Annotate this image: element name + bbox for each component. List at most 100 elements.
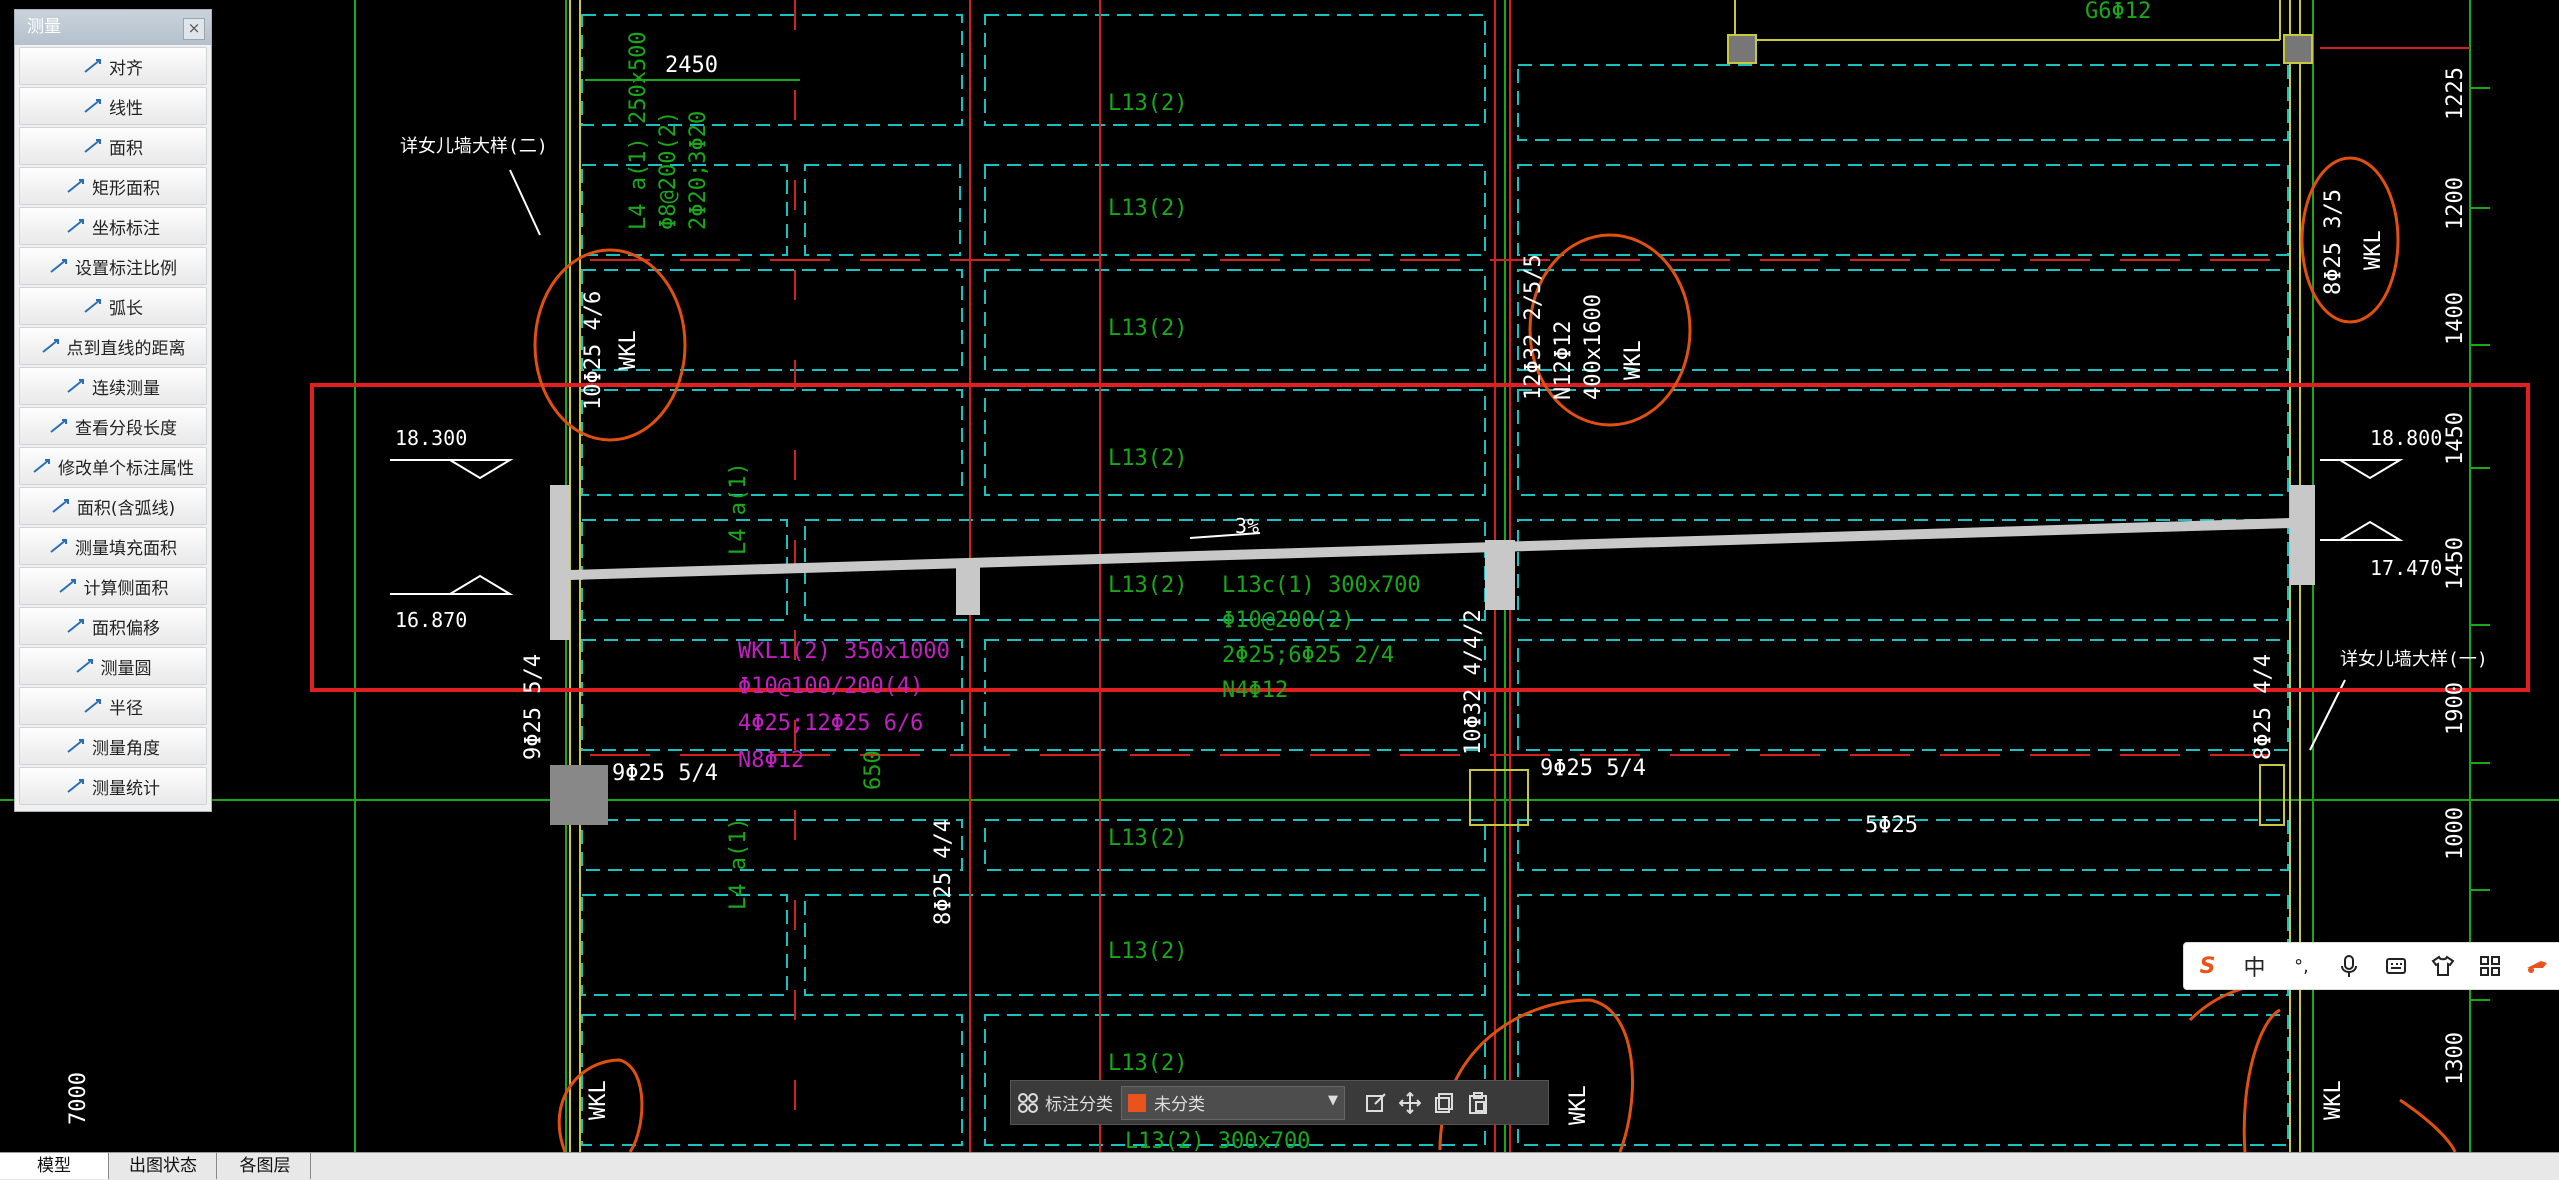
measure-tool-list: 对齐线性面积矩形面积坐标标注 设置标注比例弧长点到直线的距离 连续测量 查看分段长度修…	[15, 47, 211, 805]
arc-icon	[83, 297, 103, 315]
elev-right-top: 18.800	[2370, 426, 2442, 450]
measure-tool-button[interactable]: 线性	[19, 87, 207, 125]
measure-tool-button[interactable]: 对齐	[19, 47, 207, 85]
measure-tool-button[interactable]: 坐标标注	[19, 207, 207, 245]
tab-layers[interactable]: 各图层	[220, 1153, 311, 1179]
angle-icon	[66, 737, 86, 755]
keyboard-icon[interactable]	[2372, 946, 2419, 986]
tab-paper-layout[interactable]: 出图状态	[110, 1153, 217, 1179]
measure-tool-button[interactable]: 测量圆	[19, 647, 207, 685]
point-line-icon	[41, 337, 61, 355]
measure-tool-button[interactable]: 面积	[19, 127, 207, 165]
wkl-left-rebar: 10Φ25 4/6	[581, 291, 606, 410]
lower-rebar-label: 8Φ25 4/4	[931, 819, 956, 925]
circle-icon	[75, 657, 95, 675]
measure-tool-button[interactable]: 测量填充面积	[19, 527, 207, 565]
right-dim: 1200	[2443, 177, 2468, 230]
measure-tool-button[interactable]: 计算侧面积	[19, 567, 207, 605]
paste-icon[interactable]	[1461, 1086, 1495, 1120]
dim-650: 650	[861, 750, 886, 790]
ime-toolbar: S 中 °,	[2183, 942, 2559, 990]
continuous-icon	[66, 377, 86, 395]
beam-l4a-line3: 2Φ20;3Φ20	[686, 111, 711, 230]
punctuation-toggle[interactable]: °,	[2278, 946, 2325, 986]
l13c-line2: Φ10@200(2)	[1222, 608, 1354, 633]
measure-tool-button[interactable]: 面积偏移	[19, 607, 207, 645]
radius-icon	[83, 697, 103, 715]
edit-icon[interactable]	[1359, 1086, 1393, 1120]
left-dim: 7000	[66, 1072, 91, 1125]
rect-area-icon	[66, 177, 86, 195]
chevron-down-icon: ▼	[1328, 1092, 1338, 1108]
wkl-center-word: WKL	[1621, 340, 1646, 380]
tab-model[interactable]: 模型	[0, 1153, 109, 1179]
layout-tabs: 模型 出图状态 各图层	[0, 1152, 2559, 1180]
measure-tool-label: 半径	[109, 698, 143, 719]
measure-tool-label: 修改单个标注属性	[58, 458, 194, 479]
right-dim: 1300	[2443, 1032, 2468, 1085]
wkl1-line2: Φ10@100/200(4)	[738, 674, 923, 699]
measure-tool-button[interactable]: 弧长	[19, 287, 207, 325]
category-select[interactable]: 未分类 ▼	[1121, 1085, 1345, 1120]
side-area-icon	[58, 577, 78, 595]
wkl-bottom-left: WKL	[586, 1080, 611, 1120]
measure-tool-button[interactable]: 半径	[19, 687, 207, 725]
beam-l4a-short: L4 a(1)	[726, 462, 751, 555]
elev-left-top: 18.300	[395, 426, 467, 450]
measure-tool-button[interactable]: 测量角度	[19, 727, 207, 765]
measure-tool-button[interactable]: 查看分段长度	[19, 407, 207, 445]
measure-tool-label: 弧长	[109, 298, 143, 319]
skin-shirt-icon[interactable]	[2419, 946, 2466, 986]
wkl-center-line1: 12Φ32 2/5/5	[1521, 254, 1546, 400]
toolbox-grid-icon[interactable]	[2466, 946, 2513, 986]
cad-drawing-canvas[interactable]: 2450 详女儿墙大样(二) 详女儿墙大样(一) G6Φ12 L4 a(1) 2…	[0, 0, 2559, 1152]
stats-icon	[66, 777, 86, 795]
sogou-logo-icon[interactable]: S	[2184, 946, 2231, 986]
measure-panel-title: 测量 ×	[15, 10, 211, 45]
align-icon	[83, 57, 103, 75]
l13c-line1: L13c(1) 300x700	[1222, 573, 1421, 598]
measure-tool-button[interactable]: 连续测量	[19, 367, 207, 405]
elev-left-bot: 16.870	[395, 608, 467, 632]
beam-l4a-line2: Φ8@200(2)	[656, 111, 681, 230]
beam-l4a-line1: L4 a(1) 250x500	[626, 31, 651, 230]
elev-right-bot: 17.470	[2370, 556, 2442, 580]
measure-tool-label: 线性	[109, 98, 143, 119]
close-icon[interactable]: ×	[183, 18, 205, 40]
right-dim: 1000	[2443, 807, 2468, 860]
measure-tool-button[interactable]: 面积(含弧线)	[19, 487, 207, 525]
right-dim: 1225	[2443, 67, 2468, 120]
measure-tool-button[interactable]: 点到直线的距离	[19, 327, 207, 365]
coordinate-icon	[66, 217, 86, 235]
wkl1-line4: N8Φ12	[738, 748, 804, 773]
right-dim: 1450	[2443, 537, 2468, 590]
measure-tool-button[interactable]: 测量统计	[19, 767, 207, 805]
category-label: 标注分类	[1045, 1095, 1113, 1115]
microphone-icon[interactable]	[2325, 946, 2372, 986]
beam-l13-label: L13(2)	[1108, 196, 1187, 221]
measure-tool-label: 矩形面积	[92, 178, 160, 199]
tool-icon[interactable]	[2513, 946, 2559, 986]
col-right-text: 8Φ25 4/4	[2251, 654, 2276, 760]
area-icon	[83, 137, 103, 155]
wkl-right-word: WKL	[2361, 230, 2386, 270]
measure-tool-button[interactable]: 矩形面积	[19, 167, 207, 205]
copy-icon[interactable]	[1427, 1086, 1461, 1120]
bottom-beam-label: L13(2) 300x700	[1125, 1129, 1310, 1152]
segment-icon	[49, 417, 69, 435]
wkl-left-word: WKL	[616, 330, 641, 370]
measure-tool-label: 测量统计	[92, 778, 160, 799]
grid-icon[interactable]	[1011, 1086, 1045, 1120]
mid-rebar-label: 5Φ25	[1865, 813, 1918, 838]
col-left-text: 9Φ25 5/4	[521, 654, 546, 760]
move-icon[interactable]	[1393, 1086, 1427, 1120]
l13c-line3: 2Φ25;6Φ25 2/4	[1222, 643, 1394, 668]
chinese-mode-toggle[interactable]: 中	[2231, 946, 2278, 986]
measure-tool-label: 面积	[109, 138, 143, 159]
measure-tool-button[interactable]: 修改单个标注属性	[19, 447, 207, 485]
detail-right-label: 详女儿墙大样(一)	[2340, 649, 2488, 670]
measure-panel: 测量 × 对齐线性面积矩形面积坐标标注 设置标注比例弧长点到直线的距离 连续测量 查看…	[14, 9, 212, 812]
l13c-line4: N4Φ12	[1222, 678, 1288, 703]
col-mid-label: 9Φ25 5/4	[1540, 756, 1646, 781]
measure-tool-button[interactable]: 设置标注比例	[19, 247, 207, 285]
